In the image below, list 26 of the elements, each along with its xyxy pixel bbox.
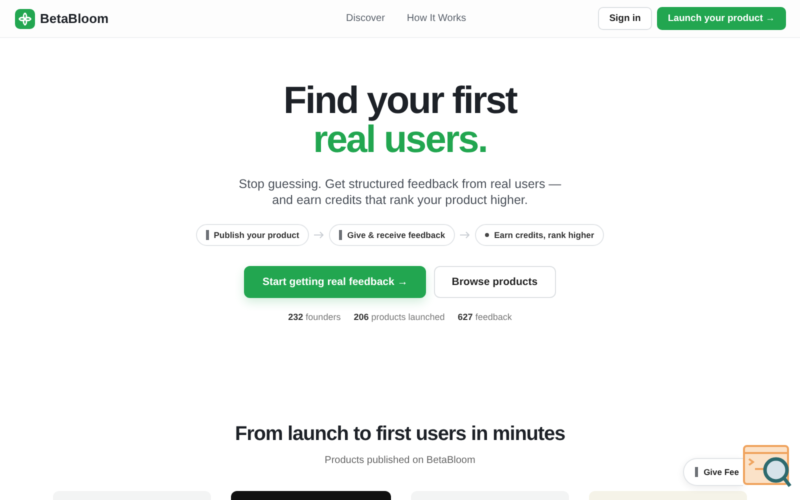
dot-icon [485,233,490,237]
start-feedback-button[interactable]: Start getting real feedback → [244,266,426,298]
stat-text: 206 products launched [354,312,445,322]
bar-icon [339,230,342,240]
hero-subtitle: Stop guessing. Get structured feedback from real users — and earn credits that rank your product higher. [238,176,562,208]
bar-icon [694,467,698,477]
stat-text: 232 founders [288,312,341,322]
section-title: From launch to first users in minutes [234,423,566,446]
arrow-icon [314,231,324,239]
brand-name: BetaBloom [40,11,109,26]
section-subtitle: Products published on BetaBloom [324,455,476,466]
stat-text: 627 feedback [458,312,512,322]
launch-button[interactable]: Launch your product → [656,7,786,30]
logo-icon [15,8,35,28]
step-label: Publish your product [214,230,300,240]
browse-products-button[interactable]: Browse products [434,266,556,298]
bar-icon [206,230,209,240]
nav-link[interactable]: How It Works [406,13,466,24]
sign-in-button[interactable]: Sign in [598,7,652,30]
hero-title: Find your first [284,82,516,121]
step-label: Earn credits, rank higher [494,230,594,240]
give-feedback-button[interactable]: Give Fee [682,458,743,486]
nav-link[interactable]: Discover [346,13,385,24]
step-label: Give & receive feedback [347,230,446,240]
hero-title-highlight: real users. [313,121,487,160]
arrow-icon [460,231,470,239]
